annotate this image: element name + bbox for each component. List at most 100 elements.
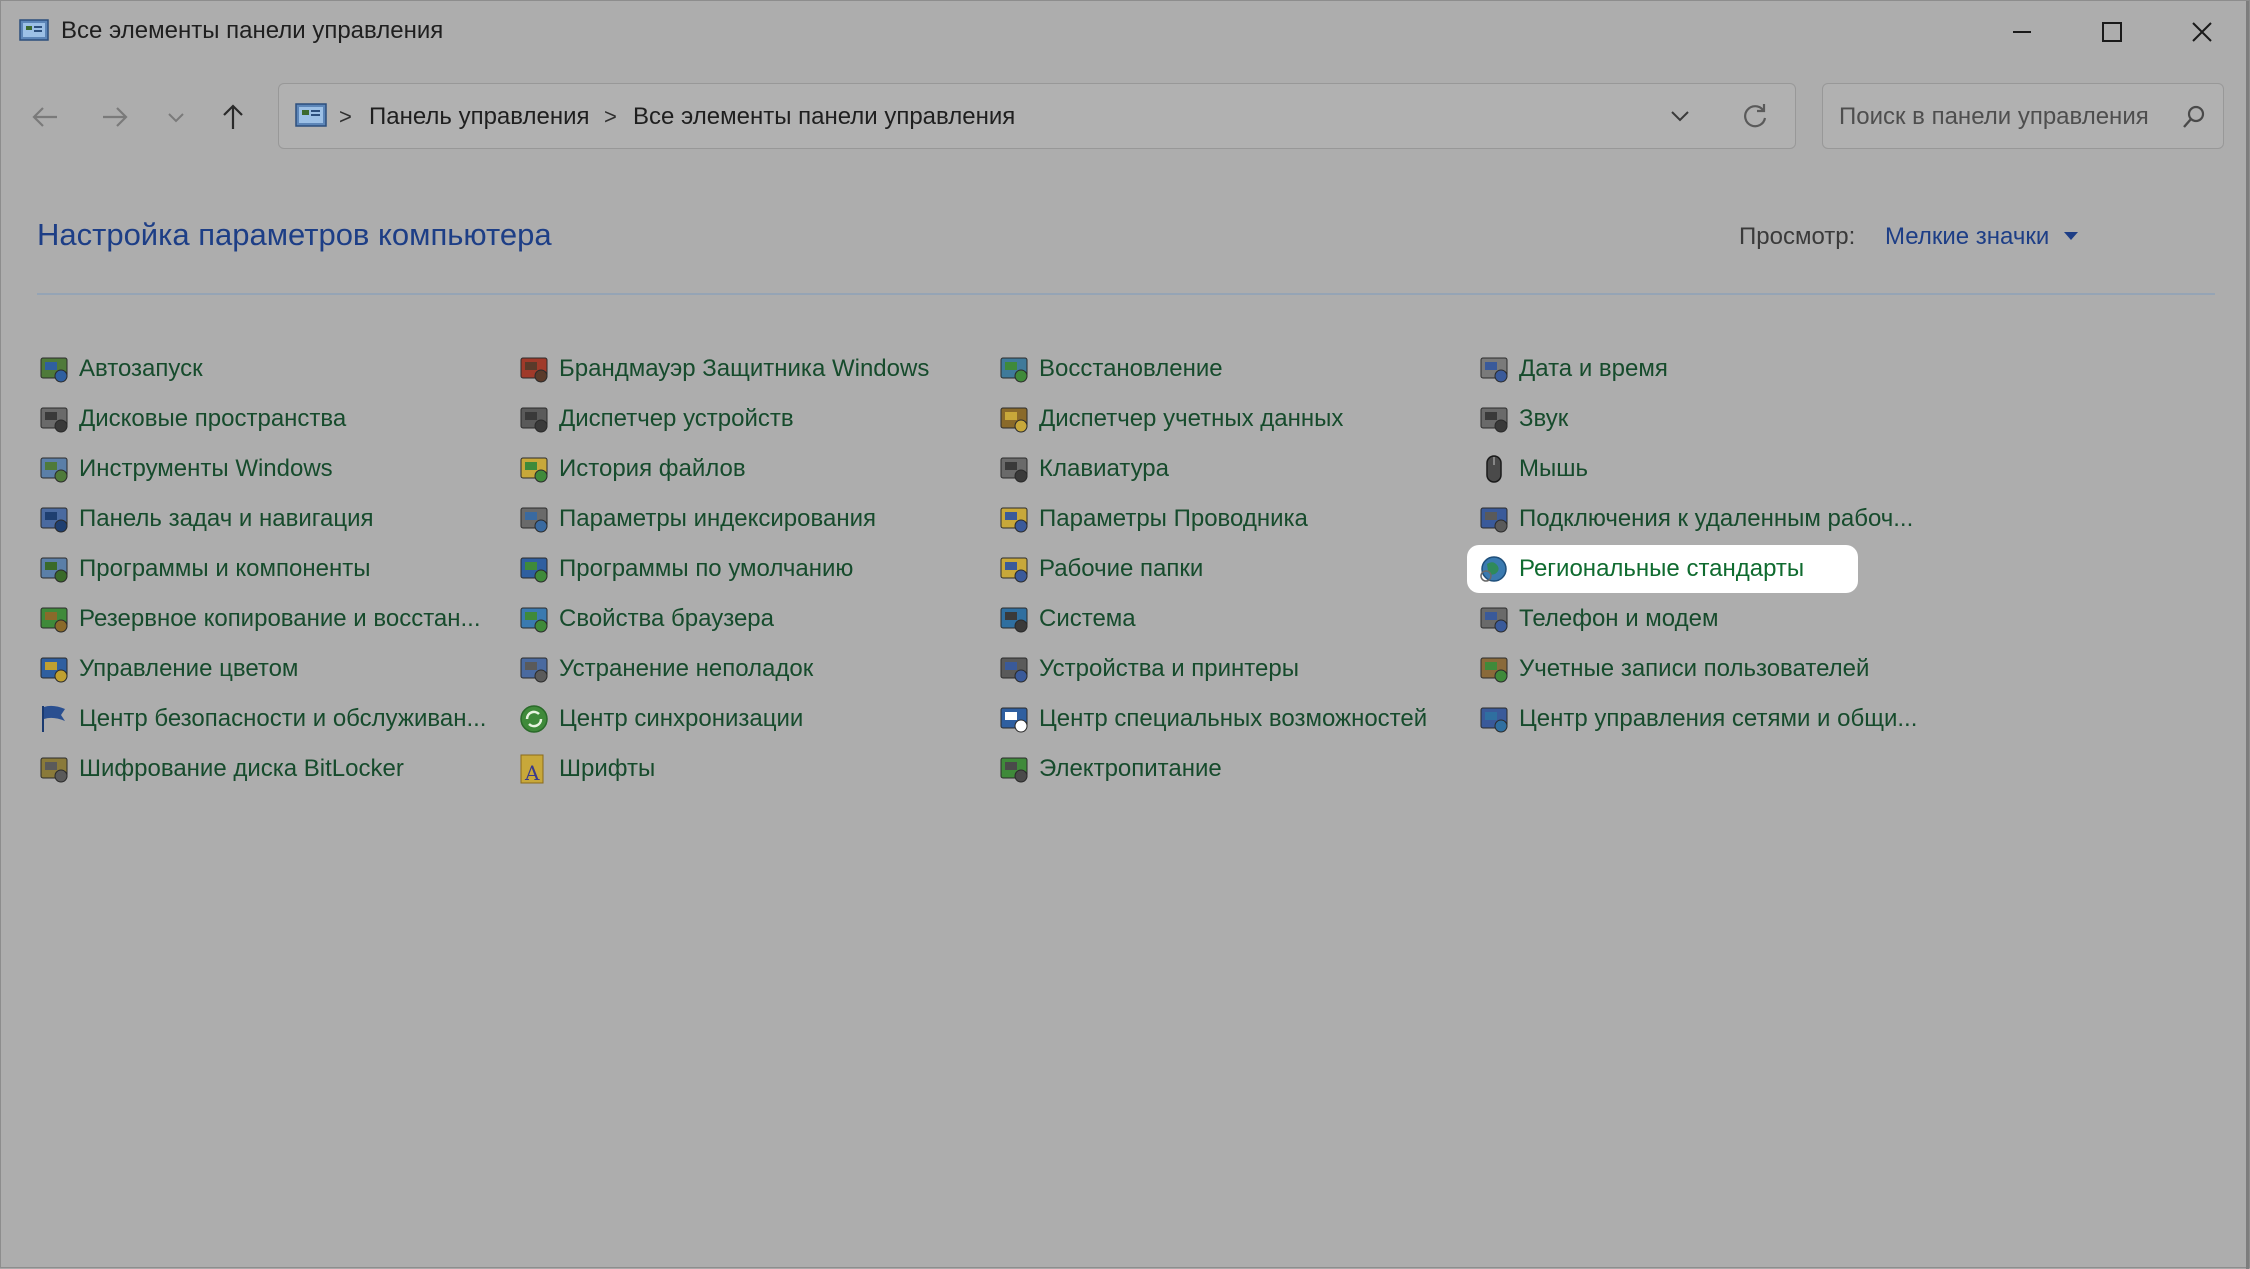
view-label: Просмотр: [1739, 223, 1856, 250]
control-panel-item[interactable]: Мышь [1477, 449, 1588, 489]
maximize-button[interactable] [2067, 1, 2157, 63]
control-panel-item[interactable]: Программы по умолчанию [517, 549, 853, 589]
control-panel-item[interactable]: Параметры индексирования [517, 499, 876, 539]
close-button[interactable] [2157, 1, 2247, 63]
control-panel-item[interactable]: Учетные записи пользователей [1477, 649, 1869, 689]
view-mode-dropdown[interactable]: Мелкие значки [1885, 223, 2049, 251]
control-panel-item-label: Устранение неполадок [559, 655, 814, 682]
search-input[interactable]: Поиск в панели управления [1822, 83, 2224, 149]
control-panel-item-label: Клавиатура [1039, 455, 1169, 482]
search-placeholder: Поиск в панели управления [1839, 103, 2149, 130]
keyboard-icon [997, 452, 1031, 486]
control-panel-item[interactable]: Диспетчер учетных данных [997, 399, 1343, 439]
control-panel-item[interactable]: Центр синхронизации [517, 699, 803, 739]
control-panel-item-label: Устройства и принтеры [1039, 655, 1299, 682]
control-panel-item-label: Диспетчер учетных данных [1039, 405, 1344, 432]
control-panel-item[interactable]: Подключения к удаленным рабоч... [1477, 499, 1913, 539]
device-manager-icon [517, 402, 551, 436]
svg-text:A: A [524, 761, 540, 785]
control-panel-item-label: Центр специальных возможностей [1039, 705, 1428, 732]
remote-desktop-icon [1477, 502, 1511, 536]
bitlocker-icon [37, 752, 71, 786]
control-panel-item[interactable]: Центр специальных возможностей [997, 699, 1427, 739]
control-panel-item[interactable]: Звук [1477, 399, 1568, 439]
color-management-icon [37, 652, 71, 686]
refresh-icon [1744, 104, 1767, 128]
control-panel-item-label: Шрифты [559, 755, 656, 782]
internet-options-icon [517, 602, 551, 636]
control-panel-item[interactable]: Клавиатура [997, 449, 1169, 489]
control-panel-item[interactable]: Панель задач и навигация [37, 499, 373, 539]
control-panel-item-label: Учетные записи пользователей [1519, 655, 1870, 682]
control-panel-item[interactable]: История файлов [517, 449, 746, 489]
control-panel-item[interactable]: Дата и время [1477, 349, 1668, 389]
breadcrumb-separator: > [339, 104, 352, 129]
recent-locations-button[interactable] [156, 97, 196, 137]
control-panel-item[interactable]: Диспетчер устройств [517, 399, 794, 439]
sync-center-icon [517, 702, 551, 736]
control-panel-item[interactable]: Свойства браузера [517, 599, 774, 639]
control-panel-item[interactable]: Электропитание [997, 749, 1222, 789]
control-panel-item[interactable]: A Шрифты [517, 749, 655, 789]
programs-icon [37, 552, 71, 586]
control-panel-item[interactable]: Автозапуск [37, 349, 203, 389]
taskbar-icon [37, 502, 71, 536]
refresh-button[interactable] [1741, 102, 1769, 135]
control-panel-item[interactable]: Восстановление [997, 349, 1223, 389]
control-panel-item-label: Региональные стандарты [1519, 555, 1805, 582]
control-panel-item[interactable]: Брандмауэр Защитника Windows [517, 349, 929, 389]
up-button[interactable] [213, 97, 253, 137]
caret-down-icon[interactable] [2063, 231, 2079, 241]
control-panel-item-label: Телефон и модем [1519, 605, 1719, 632]
control-panel-item-label: Программы и компоненты [79, 555, 371, 582]
forward-button[interactable] [95, 97, 135, 137]
sound-icon [1477, 402, 1511, 436]
control-panel-item-label: Программы по умолчанию [559, 555, 854, 582]
chevron-down-icon [1671, 111, 1689, 122]
work-folders-icon [997, 552, 1031, 586]
control-panel-item[interactable]: Резервное копирование и восстан... [37, 599, 481, 639]
control-panel-item[interactable]: Управление цветом [37, 649, 298, 689]
back-arrow-icon [32, 107, 57, 127]
control-panel-icon [295, 103, 327, 127]
control-panel-item[interactable]: Параметры Проводника [997, 499, 1308, 539]
address-bar[interactable]: > Панель управления > Все элементы панел… [278, 83, 1796, 149]
control-panel-item[interactable]: Центр безопасности и обслуживан... [37, 699, 486, 739]
chevron-down-icon [168, 113, 184, 123]
control-panel-item[interactable]: Инструменты Windows [37, 449, 333, 489]
forward-arrow-icon [103, 107, 128, 127]
control-panel-item[interactable]: Устранение неполадок [517, 649, 813, 689]
control-panel-item[interactable]: Дисковые пространства [37, 399, 346, 439]
storage-spaces-icon [37, 402, 71, 436]
address-history-button[interactable] [1669, 106, 1691, 131]
control-panel-item[interactable]: Устройства и принтеры [997, 649, 1299, 689]
explorer-options-icon [997, 502, 1031, 536]
control-panel-item[interactable]: Центр управления сетями и общи... [1477, 699, 1917, 739]
minimize-button[interactable] [1977, 1, 2067, 63]
control-panel-item[interactable]: Программы и компоненты [37, 549, 370, 589]
control-panel-item-label: Звук [1519, 405, 1569, 432]
maximize-icon [2102, 22, 2122, 42]
control-panel-item-label: Резервное копирование и восстан... [79, 605, 481, 632]
breadcrumb-control-panel[interactable]: Панель управления [369, 103, 589, 131]
control-panel-item-label: Система [1039, 605, 1136, 632]
close-icon [2192, 22, 2212, 42]
control-panel-item-label: Центр безопасности и обслуживан... [79, 705, 487, 732]
control-panel-item[interactable]: Региональные стандарты [1467, 545, 1859, 593]
control-panel-item-label: Шифрование диска BitLocker [79, 755, 404, 782]
indexing-icon [517, 502, 551, 536]
control-panel-item[interactable]: Телефон и модем [1477, 599, 1718, 639]
breadcrumb-all-items[interactable]: Все элементы панели управления [633, 103, 1015, 131]
header-divider [37, 293, 2215, 295]
control-panel-item-label: Центр синхронизации [559, 705, 804, 732]
control-panel-item-label: Автозапуск [79, 355, 203, 382]
control-panel-item[interactable]: Система [997, 599, 1136, 639]
file-history-icon [517, 452, 551, 486]
control-panel-item[interactable]: Шифрование диска BitLocker [37, 749, 404, 789]
control-panel-item[interactable]: Рабочие папки [997, 549, 1203, 589]
back-button[interactable] [25, 97, 65, 137]
control-panel-item-label: Рабочие папки [1039, 555, 1204, 582]
power-options-icon [997, 752, 1031, 786]
devices-printers-icon [997, 652, 1031, 686]
control-panel-item-label: Инструменты Windows [79, 455, 333, 482]
